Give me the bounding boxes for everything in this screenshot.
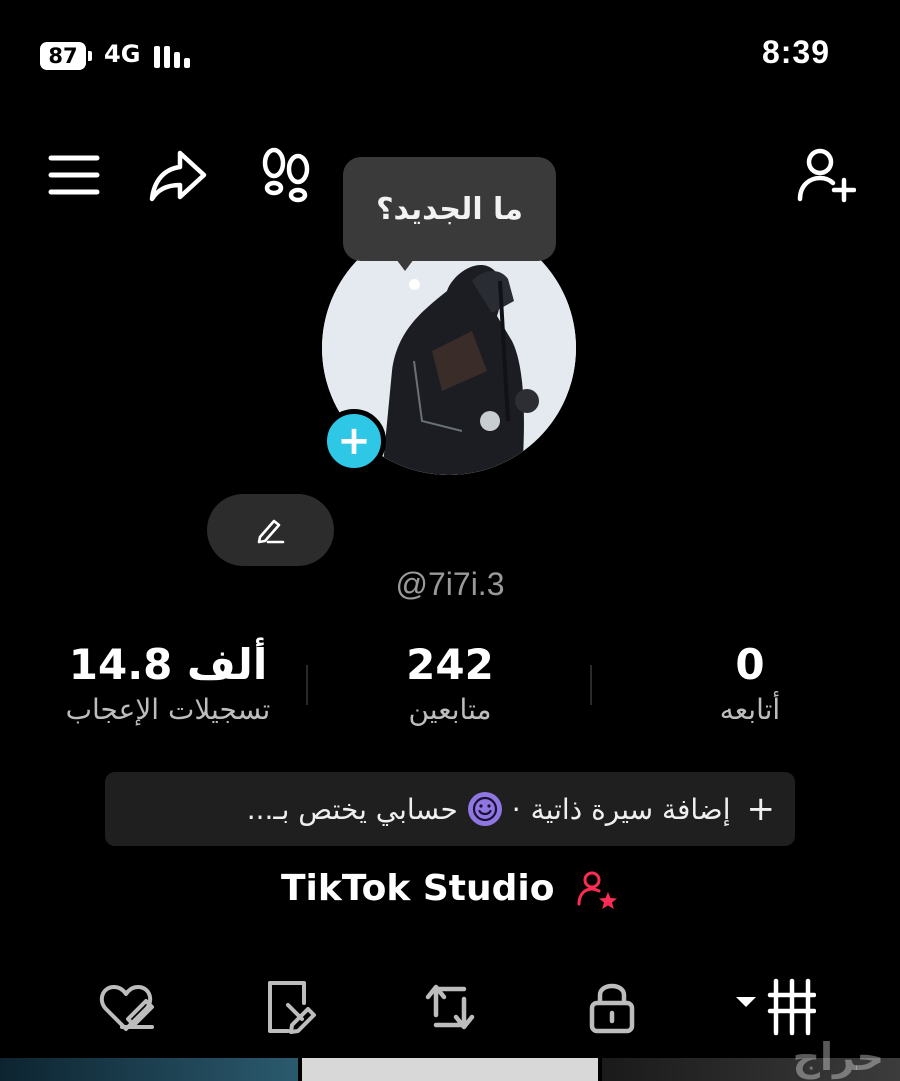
edit-profile-button[interactable] (207, 494, 334, 566)
following-count: 0 (735, 640, 765, 689)
grid-icon[interactable] (736, 975, 817, 1039)
smile-icon (467, 792, 502, 826)
plus-icon: + (746, 789, 776, 829)
tiktok-studio-link[interactable]: TikTok Studio (0, 868, 900, 912)
bio-separator: · (511, 792, 521, 826)
studio-user-star-icon (577, 871, 617, 909)
tooltip-tail (393, 255, 417, 271)
battery-indicator: 87 (40, 41, 94, 71)
add-bio-banner[interactable]: حسابي يختص بـ... · إضافة سيرة ذاتية + (105, 772, 795, 846)
hamburger-icon[interactable] (44, 145, 104, 205)
signal-strength-icon (154, 44, 198, 68)
share-arrow-icon[interactable] (148, 145, 208, 205)
liked-icon[interactable] (94, 975, 158, 1039)
video-thumbnail[interactable] (0, 1058, 298, 1081)
followers-label: متابعين (408, 693, 492, 726)
battery-tip (88, 51, 92, 61)
battery-level: 87 (40, 42, 86, 70)
footprints-icon[interactable] (256, 145, 316, 205)
pencil-icon (257, 519, 284, 544)
watermark-logo: حراج (792, 1035, 884, 1079)
add-story-button[interactable]: + (322, 409, 386, 473)
studio-label: TikTok Studio (281, 868, 555, 909)
add-bio-label: إضافة سيرة ذاتية (530, 792, 731, 826)
stat-followers[interactable]: 242 متابعين (300, 640, 600, 726)
tagged-icon[interactable] (258, 975, 322, 1039)
status-time: 8:39 (761, 34, 830, 70)
username-row: @7i7i.3 (0, 566, 900, 603)
username[interactable]: @7i7i.3 (396, 566, 505, 602)
following-label: أتابعه (719, 693, 781, 726)
repost-icon[interactable] (418, 975, 482, 1039)
video-thumbnail[interactable] (302, 1058, 598, 1081)
likes-label: تسجيلات الإعجاب (65, 693, 271, 726)
add-user-icon[interactable] (796, 145, 857, 205)
followers-count: 242 (406, 640, 494, 689)
status-text: حسابي يختص بـ... (246, 792, 458, 826)
stat-following[interactable]: 0 أتابعه (600, 640, 900, 726)
likes-count: 14.8 ألف (68, 640, 268, 689)
tooltip-dot (409, 279, 420, 290)
whats-new-tooltip[interactable]: ما الجديد؟ (343, 157, 556, 261)
lock-icon[interactable] (580, 975, 644, 1039)
stat-likes[interactable]: 14.8 ألف تسجيلات الإعجاب (18, 640, 318, 726)
network-type: 4G (104, 40, 141, 68)
